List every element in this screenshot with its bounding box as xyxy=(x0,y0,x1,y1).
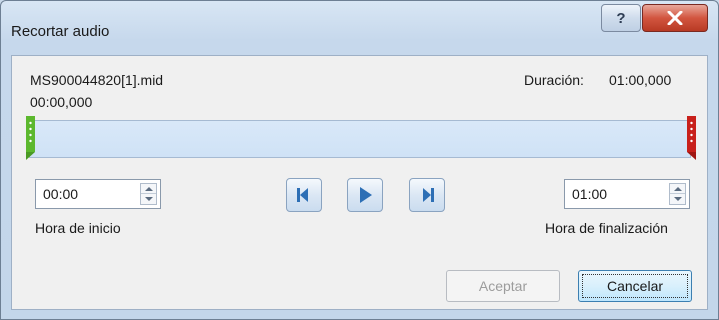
duration-caption: Duración: xyxy=(524,72,584,88)
end-time-stepper[interactable] xyxy=(669,183,686,205)
ok-button[interactable]: Aceptar xyxy=(446,270,560,302)
start-time-label: Hora de inicio xyxy=(35,220,121,236)
stepper-divider xyxy=(141,193,156,194)
start-time-input[interactable]: 00:00 xyxy=(35,179,161,209)
end-time-value: 01:00 xyxy=(572,186,608,202)
focus-rectangle xyxy=(582,274,688,298)
audio-timeline[interactable] xyxy=(29,120,691,158)
play-button[interactable] xyxy=(347,178,383,212)
trim-audio-dialog: Recortar audio ? MS900044820[1].mid 00:0… xyxy=(0,0,719,320)
help-button[interactable]: ? xyxy=(601,4,641,32)
title-bar[interactable]: Recortar audio ? xyxy=(1,1,718,47)
help-icon: ? xyxy=(616,9,626,27)
stepper-up-icon[interactable] xyxy=(674,187,682,191)
previous-frame-icon xyxy=(297,188,308,202)
stepper-down-icon[interactable] xyxy=(145,197,153,201)
next-frame-button[interactable] xyxy=(409,178,445,212)
current-position-label: 00:00,000 xyxy=(30,94,93,110)
dialog-content: MS900044820[1].mid 00:00,000 Duración: 0… xyxy=(11,55,708,310)
close-button[interactable] xyxy=(642,4,708,32)
previous-frame-button[interactable] xyxy=(286,178,322,212)
duration-value: 01:00,000 xyxy=(609,72,672,88)
dialog-title: Recortar audio xyxy=(11,23,110,40)
close-x-icon xyxy=(667,11,683,25)
play-icon xyxy=(360,187,372,203)
start-trim-marker[interactable] xyxy=(26,116,36,160)
end-time-label: Hora de finalización xyxy=(545,220,668,236)
start-time-value: 00:00 xyxy=(43,186,79,202)
end-trim-marker[interactable] xyxy=(686,116,696,160)
ok-button-label: Aceptar xyxy=(478,278,528,294)
end-time-input[interactable]: 01:00 xyxy=(564,179,690,209)
next-frame-icon xyxy=(423,188,434,202)
stepper-divider xyxy=(670,193,685,194)
filename-label: MS900044820[1].mid xyxy=(30,72,164,88)
stepper-up-icon[interactable] xyxy=(145,187,153,191)
stepper-down-icon[interactable] xyxy=(674,197,682,201)
cancel-button[interactable]: Cancelar xyxy=(578,270,692,302)
start-time-stepper[interactable] xyxy=(140,183,157,205)
